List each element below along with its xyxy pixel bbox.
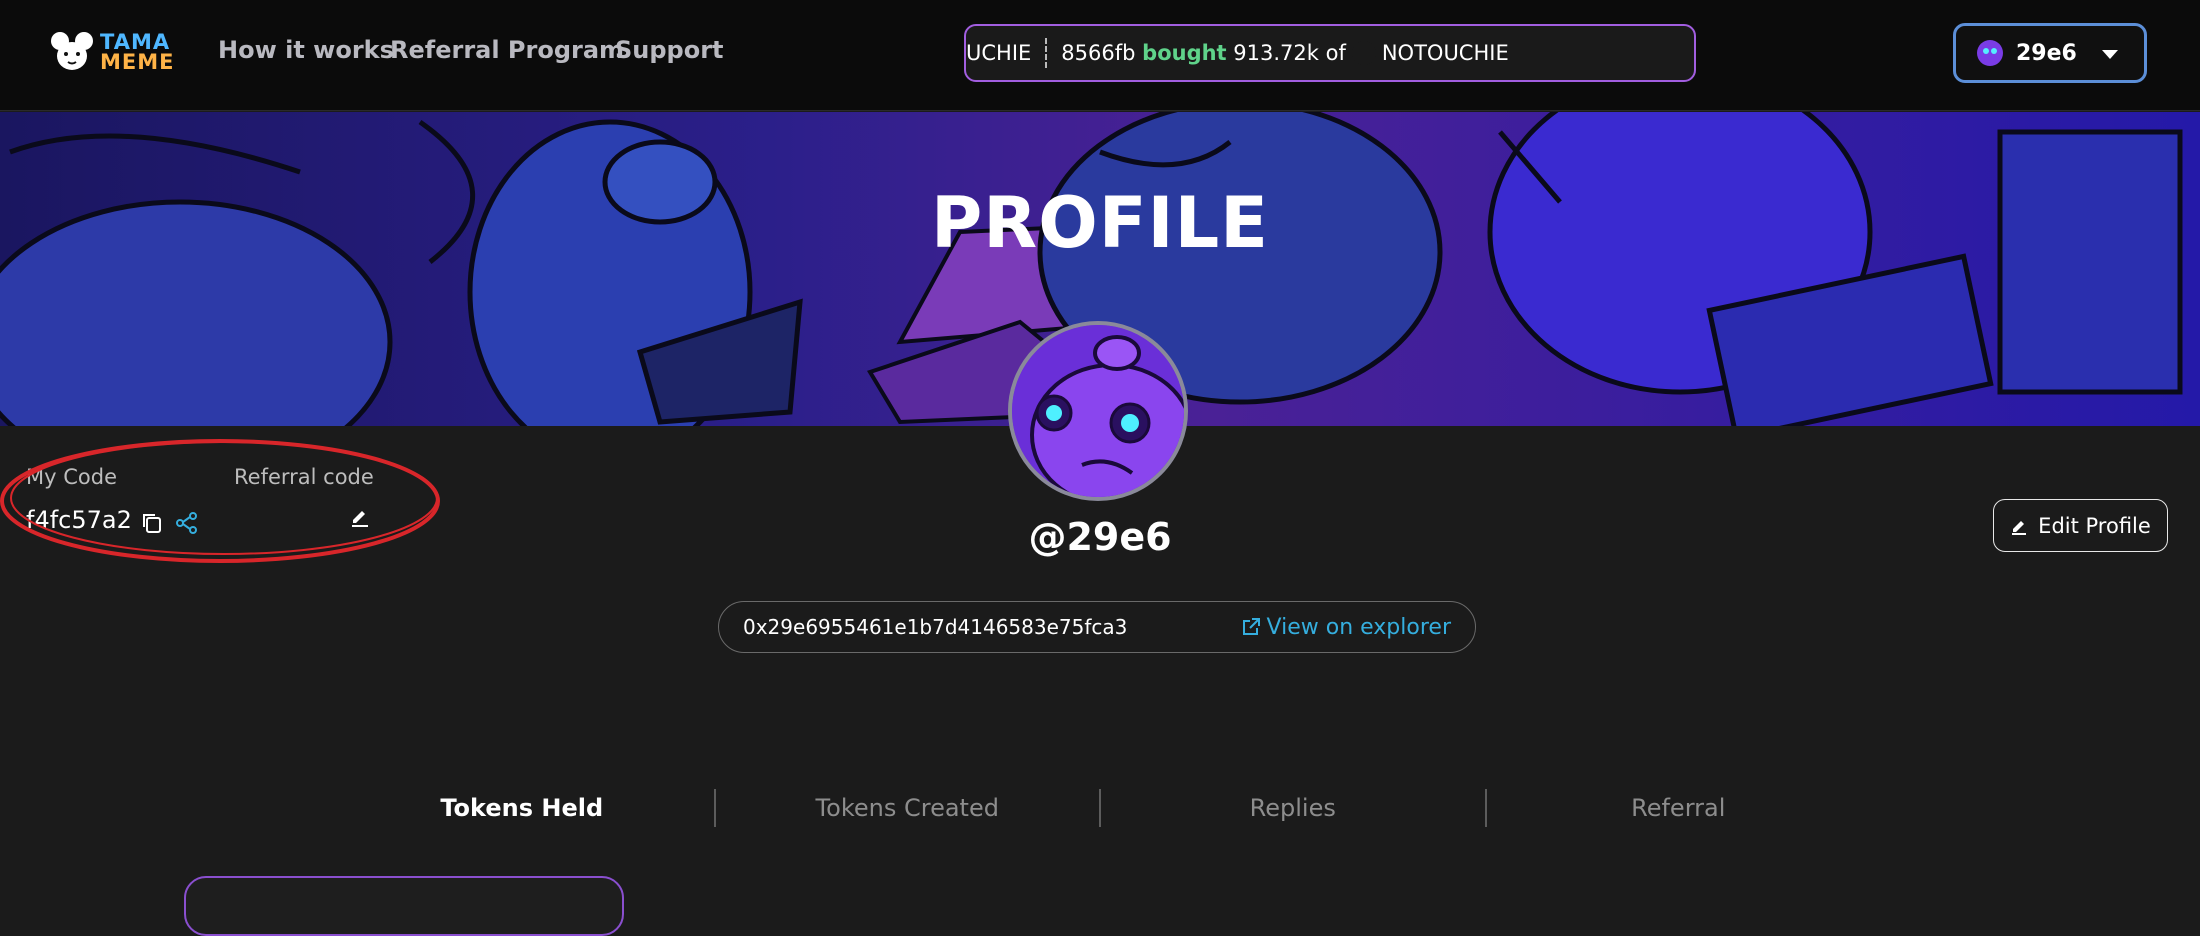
referral-code-label: Referral code bbox=[234, 465, 374, 489]
token-icon bbox=[1351, 41, 1376, 65]
view-on-explorer-link[interactable]: View on explorer bbox=[1241, 615, 1451, 640]
nav-referral-program[interactable]: Referral Program bbox=[390, 36, 624, 64]
activity-ticker[interactable]: UCHIE 8566fb bought 913.72k of NOTOUCHIE bbox=[964, 24, 1696, 82]
ticker-token: NOTOUCHIE bbox=[1381, 41, 1509, 65]
top-navigation-bar: TAMA MEME How it works Referral Program … bbox=[0, 0, 2200, 111]
wallet-address: 0x29e6955461e1b7d4146583e75fca3 bbox=[743, 615, 1128, 639]
tab-referral[interactable]: Referral bbox=[1487, 794, 1871, 822]
ticker-prev-token: UCHIE bbox=[966, 41, 1032, 65]
chevron-down-icon bbox=[2102, 50, 2118, 59]
edit-profile-label: Edit Profile bbox=[2038, 513, 2151, 538]
logo-line-2: MEME bbox=[100, 50, 175, 74]
ticker-amount: 913.72k of bbox=[1233, 41, 1346, 65]
tab-tokens-held[interactable]: Tokens Held bbox=[330, 794, 714, 822]
mouse-logo-icon bbox=[51, 32, 93, 70]
nav-how-it-works[interactable]: How it works bbox=[218, 36, 394, 64]
my-code-label: My Code bbox=[26, 465, 117, 489]
ticker-address: 8566fb bbox=[1061, 41, 1136, 65]
view-on-explorer-label: View on explorer bbox=[1266, 614, 1451, 640]
ticker-separator bbox=[1045, 38, 1048, 68]
token-card[interactable] bbox=[184, 876, 624, 936]
profile-avatar[interactable] bbox=[1008, 321, 1188, 501]
profile-username: @29e6 bbox=[1028, 515, 1172, 559]
external-link-icon bbox=[1242, 618, 1260, 635]
ticker-action: bought bbox=[1142, 41, 1227, 65]
wallet-address-pill: 0x29e6955461e1b7d4146583e75fca3 View on … bbox=[718, 601, 1476, 653]
profile-tabs: Tokens Held Tokens Created Replies Refer… bbox=[330, 785, 1870, 831]
logo-line-1: TAMA bbox=[100, 30, 171, 54]
tab-tokens-created[interactable]: Tokens Created bbox=[716, 794, 1100, 822]
wallet-avatar-icon bbox=[1977, 40, 2003, 66]
logo-wordmark: TAMA MEME bbox=[100, 30, 175, 74]
wallet-label: 29e6 bbox=[2016, 40, 2077, 66]
rat-avatar-icon bbox=[1012, 325, 1184, 497]
tab-replies[interactable]: Replies bbox=[1101, 794, 1485, 822]
tama-meme-logo[interactable]: TAMA MEME bbox=[50, 28, 182, 76]
nav-support[interactable]: Support bbox=[615, 36, 724, 64]
pencil-icon bbox=[2012, 520, 2027, 535]
page-title: PROFILE bbox=[931, 182, 1269, 264]
edit-profile-button[interactable]: Edit Profile bbox=[1993, 499, 2168, 552]
wallet-dropdown[interactable]: 29e6 bbox=[1953, 23, 2147, 83]
